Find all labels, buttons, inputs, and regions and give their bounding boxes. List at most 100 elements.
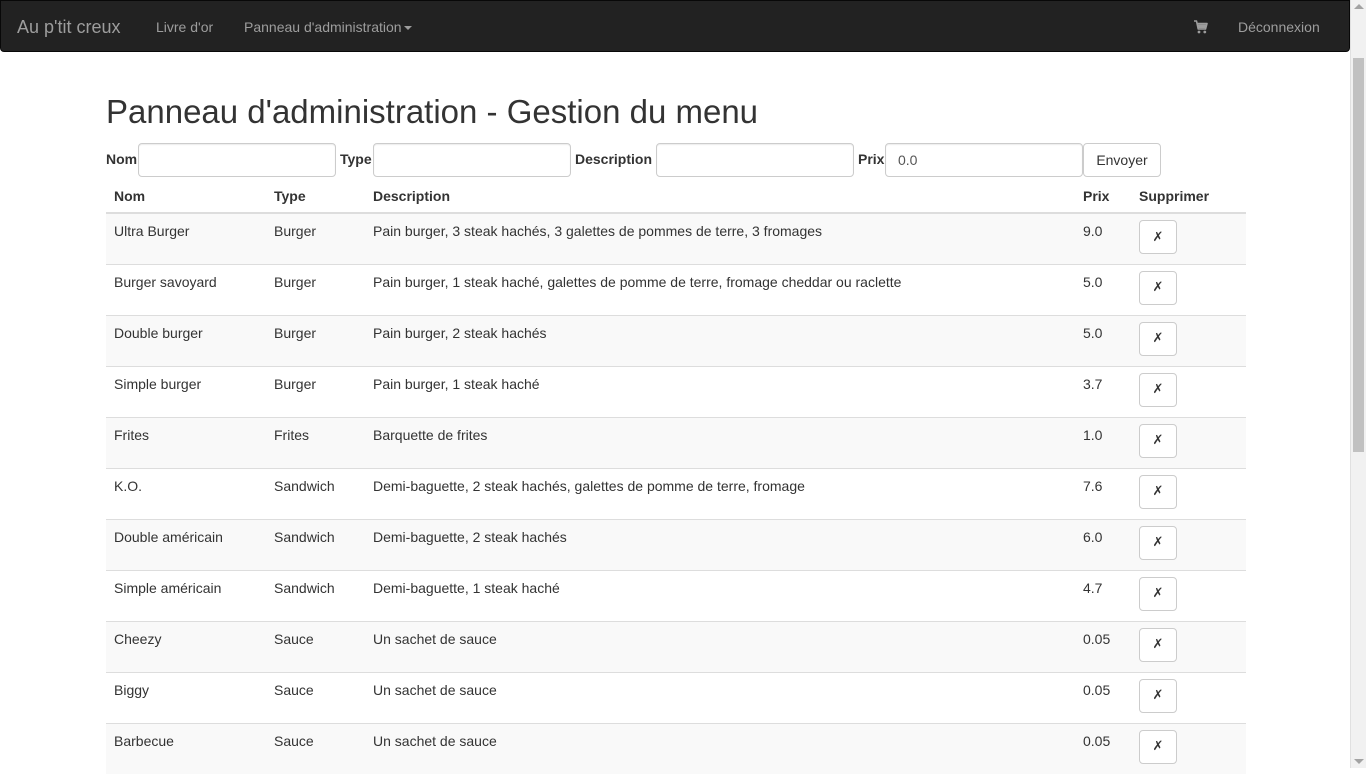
table-row: Barbecue Sauce Un sachet de sauce 0.05 ✗ bbox=[106, 722, 1246, 774]
table-row: Frites Frites Barquette de frites 1.0 ✗ bbox=[106, 416, 1246, 468]
cell-type: Sauce bbox=[266, 620, 365, 672]
vertical-scrollbar[interactable] bbox=[1350, 0, 1366, 768]
cell-type: Sandwich bbox=[266, 518, 365, 570]
cell-description: Barquette de frites bbox=[365, 416, 1075, 468]
cell-delete: ✗ bbox=[1131, 467, 1246, 519]
cell-type: Burger bbox=[266, 365, 365, 417]
cell-name: Burger savoyard bbox=[106, 263, 266, 315]
nav-dropdown-admin[interactable]: Panneau d'administration bbox=[244, 1, 412, 53]
cell-name: Frites bbox=[106, 416, 266, 468]
column-header-description: Description bbox=[365, 178, 1075, 214]
navbar: Au p'tit creux Livre d'or Panneau d'admi… bbox=[0, 0, 1350, 52]
description-input[interactable] bbox=[656, 143, 854, 177]
cell-type: Sauce bbox=[266, 722, 365, 774]
cell-price: 6.0 bbox=[1075, 518, 1131, 570]
cell-name: Simple burger bbox=[106, 365, 266, 417]
price-label: Prix bbox=[858, 151, 885, 167]
table-row: Simple burger Burger Pain burger, 1 steak … bbox=[106, 365, 1246, 417]
logout-link[interactable]: Déconnexion bbox=[1238, 1, 1320, 53]
cell-type: Sandwich bbox=[266, 569, 365, 621]
delete-button[interactable]: ✗ bbox=[1139, 270, 1177, 305]
scroll-up-arrow-icon[interactable] bbox=[1354, 4, 1364, 9]
table-header-row: Nom Type Description Prix Supprimer bbox=[106, 178, 1246, 214]
cell-price: 0.05 bbox=[1075, 620, 1131, 672]
name-label: Nom bbox=[106, 151, 138, 167]
cell-description: Un sachet de sauce bbox=[365, 620, 1075, 672]
cell-delete: ✗ bbox=[1131, 671, 1246, 723]
table-row: Burger savoyard Burger Pain burger, 1 stea… bbox=[106, 263, 1246, 315]
cell-price: 5.0 bbox=[1075, 314, 1131, 366]
delete-button[interactable]: ✗ bbox=[1139, 627, 1177, 662]
name-input[interactable] bbox=[138, 143, 336, 177]
table-row: K.O. Sandwich Demi-baguette, 2 steak haché… bbox=[106, 467, 1246, 519]
type-label: Type bbox=[340, 151, 372, 167]
table-row: Simple américain Sandwich Demi-baguette, 1… bbox=[106, 569, 1246, 621]
cell-delete: ✗ bbox=[1131, 263, 1246, 315]
caret-down-icon bbox=[403, 26, 412, 31]
cell-delete: ✗ bbox=[1131, 365, 1246, 417]
delete-button[interactable]: ✗ bbox=[1139, 576, 1177, 611]
cell-price: 9.0 bbox=[1075, 212, 1131, 264]
cell-delete: ✗ bbox=[1131, 212, 1246, 264]
table-row: Ultra Burger Burger Pain burger, 3 steak h… bbox=[106, 212, 1246, 264]
cell-price: 7.6 bbox=[1075, 467, 1131, 519]
type-input[interactable] bbox=[373, 143, 571, 177]
shopping-cart-icon[interactable] bbox=[1193, 19, 1209, 35]
cell-name: Simple américain bbox=[106, 569, 266, 621]
cell-price: 5.0 bbox=[1075, 263, 1131, 315]
column-header-delete: Supprimer bbox=[1131, 178, 1246, 214]
cell-type: Burger bbox=[266, 212, 365, 264]
delete-button[interactable]: ✗ bbox=[1139, 525, 1177, 560]
cell-name: Cheezy bbox=[106, 620, 266, 672]
table-body: Ultra Burger Burger Pain burger, 3 steak h… bbox=[106, 212, 1246, 774]
column-header-type: Type bbox=[266, 178, 365, 214]
cell-delete: ✗ bbox=[1131, 722, 1246, 774]
cell-price: 4.7 bbox=[1075, 569, 1131, 621]
table-row: Biggy Sauce Un sachet de sauce 0.05 ✗ bbox=[106, 671, 1246, 723]
delete-button[interactable]: ✗ bbox=[1139, 372, 1177, 407]
delete-button[interactable]: ✗ bbox=[1139, 423, 1177, 458]
cell-price: 3.7 bbox=[1075, 365, 1131, 417]
cell-delete: ✗ bbox=[1131, 518, 1246, 570]
cell-name: K.O. bbox=[106, 467, 266, 519]
delete-button[interactable]: ✗ bbox=[1139, 321, 1177, 356]
scroll-down-arrow-icon[interactable] bbox=[1354, 759, 1364, 764]
cell-name: Biggy bbox=[106, 671, 266, 723]
column-header-price: Prix bbox=[1075, 178, 1131, 214]
cell-delete: ✗ bbox=[1131, 416, 1246, 468]
column-header-name: Nom bbox=[106, 178, 266, 214]
cell-type: Sauce bbox=[266, 671, 365, 723]
cell-name: Double américain bbox=[106, 518, 266, 570]
table-row: Double américain Sandwich Demi-baguette, 2… bbox=[106, 518, 1246, 570]
cell-type: Frites bbox=[266, 416, 365, 468]
cell-name: Barbecue bbox=[106, 722, 266, 774]
brand-link[interactable]: Au p'tit creux bbox=[17, 1, 120, 53]
cell-description: Pain burger, 2 steak hachés bbox=[365, 314, 1075, 366]
cell-description: Pain burger, 3 steak hachés, 3 galettes … bbox=[365, 212, 1075, 264]
nav-dropdown-admin-label: Panneau d'administration bbox=[244, 19, 402, 35]
description-label: Description bbox=[575, 151, 653, 167]
cell-description: Demi-baguette, 1 steak haché bbox=[365, 569, 1075, 621]
nav-link-guestbook[interactable]: Livre d'or bbox=[156, 1, 213, 53]
cell-delete: ✗ bbox=[1131, 620, 1246, 672]
delete-button[interactable]: ✗ bbox=[1139, 474, 1177, 509]
table-row: Cheezy Sauce Un sachet de sauce 0.05 ✗ bbox=[106, 620, 1246, 672]
cell-type: Burger bbox=[266, 314, 365, 366]
cell-price: 0.05 bbox=[1075, 671, 1131, 723]
page-title: Panneau d'administration - Gestion du me… bbox=[106, 93, 759, 130]
delete-button[interactable]: ✗ bbox=[1139, 729, 1177, 764]
cell-description: Demi-baguette, 2 steak hachés bbox=[365, 518, 1075, 570]
cell-price: 1.0 bbox=[1075, 416, 1131, 468]
price-input[interactable] bbox=[885, 143, 1083, 177]
cell-description: Pain burger, 1 steak haché, galettes de … bbox=[365, 263, 1075, 315]
table-row: Double burger Burger Pain burger, 2 steak … bbox=[106, 314, 1246, 366]
scroll-thumb[interactable] bbox=[1353, 58, 1364, 452]
cell-delete: ✗ bbox=[1131, 314, 1246, 366]
cell-type: Sandwich bbox=[266, 467, 365, 519]
delete-button[interactable]: ✗ bbox=[1139, 220, 1177, 254]
cell-name: Ultra Burger bbox=[106, 212, 266, 264]
cell-price: 0.05 bbox=[1075, 722, 1131, 774]
menu-table: Nom Type Description Prix Supprimer Ultr… bbox=[106, 178, 1246, 774]
delete-button[interactable]: ✗ bbox=[1139, 678, 1177, 713]
send-button[interactable]: Envoyer bbox=[1083, 143, 1161, 177]
